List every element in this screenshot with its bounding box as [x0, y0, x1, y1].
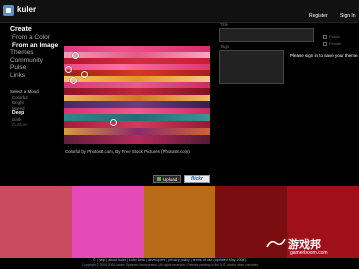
color-picker-circle[interactable] — [70, 77, 77, 84]
nav-links[interactable]: Links — [10, 72, 64, 80]
register-link[interactable]: Register — [309, 13, 328, 19]
upload-label: Upload — [163, 177, 178, 182]
private-label: Private — [329, 41, 342, 46]
public-checkbox[interactable] — [323, 34, 327, 39]
public-label: Public — [329, 34, 340, 39]
kuler-logo-icon[interactable] — [3, 5, 14, 16]
private-checkbox[interactable] — [323, 41, 327, 46]
sign-in-notice: Please sign in to save your theme. — [290, 53, 359, 58]
nav-pulse[interactable]: Pulse — [10, 64, 64, 72]
upload-button[interactable]: Upload — [153, 175, 181, 183]
upload-icon — [157, 177, 161, 181]
swatch-3[interactable] — [143, 186, 216, 258]
tags-input[interactable] — [219, 50, 284, 84]
swatch-1[interactable] — [0, 186, 72, 258]
image-caption: Colorful by Photos8.com, By Free Stock P… — [65, 149, 190, 154]
mood-option-custom[interactable]: Custom — [12, 122, 28, 127]
mood-title: Select a Mood — [10, 89, 39, 94]
title-label: Title — [220, 22, 228, 27]
fabric-stripe — [64, 135, 210, 144]
nav-from-an-image[interactable]: From an Image — [10, 42, 64, 50]
nav-create[interactable]: Create — [10, 26, 64, 34]
mood-list: Colorful Bright Muted Deep Dark Custom — [12, 95, 28, 127]
private-option[interactable]: Private — [323, 41, 341, 46]
top-bar: kuler Register Sign In — [0, 0, 359, 23]
copyright: Copyright © 2006-2008 Adobe Systems Inco… — [82, 263, 259, 267]
nav-themes[interactable]: Themes — [10, 49, 64, 57]
public-option[interactable]: Public — [323, 34, 340, 39]
left-nav: Create From a Color From an Image Themes… — [10, 26, 64, 80]
app-logo-text[interactable]: kuler — [17, 5, 36, 14]
sign-in-link[interactable]: Sign In — [340, 13, 356, 19]
color-picker-circle[interactable] — [110, 119, 117, 126]
color-picker-circle[interactable] — [81, 71, 88, 78]
nav-community[interactable]: Community — [10, 57, 64, 65]
watermark-url: gamerboom.com — [290, 250, 328, 256]
watermark-logo-icon — [266, 238, 286, 248]
footer-links[interactable]: © | help | about kuler | kuler beta | de… — [93, 258, 246, 262]
swatch-2[interactable] — [71, 186, 144, 258]
color-picker-circle[interactable] — [65, 66, 72, 73]
color-picker-circle[interactable] — [72, 52, 79, 59]
nav-from-a-color[interactable]: From a Color — [10, 34, 64, 42]
tags-label: Tags — [220, 44, 230, 49]
source-image[interactable] — [64, 46, 210, 144]
flickr-button[interactable]: flickr — [184, 175, 210, 183]
title-input[interactable] — [219, 28, 314, 42]
